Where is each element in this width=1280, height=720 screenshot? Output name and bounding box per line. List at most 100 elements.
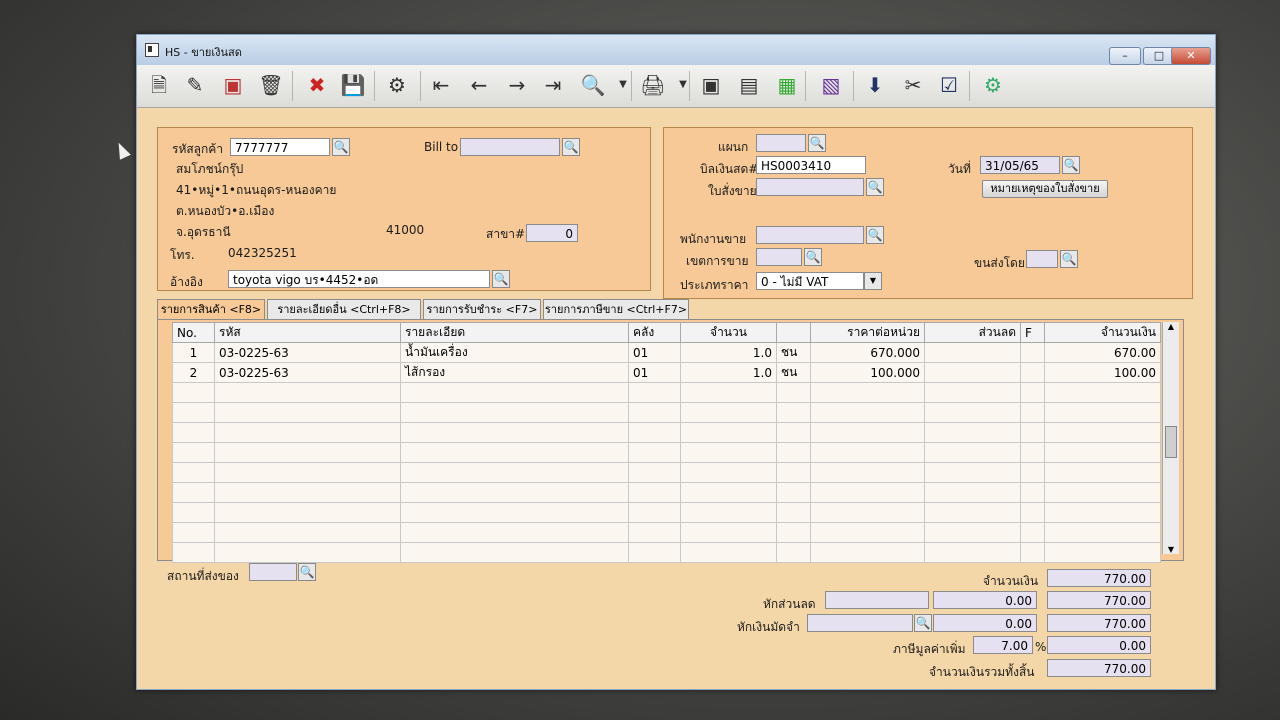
row-description[interactable]: ไส้กรอง <box>400 362 629 383</box>
tab-sales-tax[interactable]: รายการภาษีขาย <Ctrl+F7> <box>543 299 689 319</box>
sales-order-field[interactable] <box>756 178 864 196</box>
date-field[interactable]: 31/05/65 <box>980 156 1060 174</box>
cancel-icon[interactable]: ✖ <box>303 71 331 99</box>
column-description[interactable]: รายละเอียด <box>400 322 629 343</box>
empty-row[interactable] <box>172 482 1161 503</box>
report-icon[interactable]: ▦ <box>773 71 801 99</box>
empty-row[interactable] <box>172 502 1161 523</box>
salesman-search-icon[interactable]: 🔍 <box>866 226 884 244</box>
bill-number-field[interactable]: HS0003410 <box>756 156 866 174</box>
print-icon[interactable]: 🖨 <box>639 71 667 99</box>
first-icon[interactable]: ⇤ <box>427 71 455 99</box>
minimize-button[interactable]: – <box>1109 47 1141 65</box>
trash-icon[interactable]: 🗑 <box>257 71 285 99</box>
settings-icon[interactable]: ⚙ <box>979 71 1007 99</box>
tab-payments[interactable]: รายการรับชำระ <F7> <box>423 299 541 319</box>
scroll-up-icon[interactable]: ▲ <box>1163 322 1179 331</box>
ship-place-search-icon[interactable]: 🔍 <box>298 563 316 581</box>
next-icon[interactable]: → <box>503 71 531 99</box>
row-unit-price[interactable]: 100.000 <box>810 362 925 383</box>
discount-field[interactable]: 0.00 <box>933 591 1037 609</box>
tab-items[interactable]: รายการสินค้า <F8> <box>157 299 265 320</box>
empty-row[interactable] <box>172 382 1161 403</box>
delete-icon[interactable]: ▣ <box>219 71 247 99</box>
column-quantity[interactable]: จำนวน <box>680 322 777 343</box>
confirm-ok-icon[interactable]: ☑ <box>935 71 963 99</box>
column-code[interactable]: รหัส <box>214 322 401 343</box>
export-icon[interactable]: ▤ <box>735 71 763 99</box>
empty-row[interactable] <box>172 442 1161 463</box>
table-row[interactable]: 1 03-0225-63 น้ำมันเครื่อง 01 1.0 ชน 670… <box>172 342 1161 363</box>
row-flag[interactable] <box>1020 362 1045 383</box>
bill-to-field[interactable] <box>460 138 560 156</box>
row-unit-price[interactable]: 670.000 <box>810 342 925 363</box>
branch-field[interactable]: 0 <box>526 224 578 242</box>
sales-area-field[interactable] <box>756 248 802 266</box>
vat-rate-field[interactable]: 7.00 <box>973 636 1033 654</box>
row-code[interactable]: 03-0225-63 <box>214 342 401 363</box>
print-doc-icon[interactable]: ▣ <box>697 71 725 99</box>
row-description[interactable]: น้ำมันเครื่อง <box>400 342 629 363</box>
table-row[interactable]: 2 03-0225-63 ไส้กรอง 01 1.0 ชน 100.000 1… <box>172 362 1161 383</box>
preview-icon[interactable]: 🔍 <box>579 71 607 99</box>
department-field[interactable] <box>756 134 806 152</box>
stock-icon[interactable]: ▧ <box>817 71 845 99</box>
row-no[interactable]: 1 <box>172 342 215 363</box>
close-button[interactable]: ✕ <box>1171 47 1211 65</box>
chevron-down-icon[interactable]: ▼ <box>864 272 882 290</box>
column-no[interactable]: No. <box>172 322 215 343</box>
empty-row[interactable] <box>172 422 1161 443</box>
row-discount[interactable] <box>924 342 1021 363</box>
column-amount[interactable]: จำนวนเงิน <box>1044 322 1161 343</box>
bill-to-search-icon[interactable]: 🔍 <box>562 138 580 156</box>
order-note-button[interactable]: หมายเหตุของใบสั่งขาย <box>982 180 1108 198</box>
deposit-ref-field[interactable] <box>807 614 913 632</box>
dropdown-arrow-icon[interactable]: ▼ <box>669 71 697 99</box>
row-flag[interactable] <box>1020 342 1045 363</box>
scroll-down-icon[interactable]: ▼ <box>1163 545 1179 554</box>
reference-field[interactable]: toyota vigo บร•4452•อด <box>228 270 490 288</box>
edit-icon[interactable]: ✎ <box>181 71 209 99</box>
ship-place-field[interactable] <box>249 563 297 581</box>
sales-order-search-icon[interactable]: 🔍 <box>866 178 884 196</box>
row-amount[interactable]: 670.00 <box>1044 342 1161 363</box>
row-quantity[interactable]: 1.0 <box>680 342 777 363</box>
last-icon[interactable]: ⇥ <box>539 71 567 99</box>
customer-code-field[interactable]: 7777777 <box>230 138 330 156</box>
download-ok-icon[interactable]: ⬇ <box>861 71 889 99</box>
empty-row[interactable] <box>172 402 1161 423</box>
scroll-thumb[interactable] <box>1165 426 1177 458</box>
salesman-field[interactable] <box>756 226 864 244</box>
grid-scrollbar[interactable]: ▲ ▼ <box>1162 322 1179 554</box>
column-warehouse[interactable]: คลัง <box>628 322 681 343</box>
row-unit[interactable]: ชน <box>776 342 811 363</box>
row-amount[interactable]: 100.00 <box>1044 362 1161 383</box>
tab-other-details[interactable]: รายละเอียดอื่น <Ctrl+F8> <box>267 299 421 319</box>
row-no[interactable]: 2 <box>172 362 215 383</box>
shipping-by-search-icon[interactable]: 🔍 <box>1060 250 1078 268</box>
column-discount[interactable]: ส่วนลด <box>924 322 1021 343</box>
empty-row[interactable] <box>172 522 1161 543</box>
deposit-field[interactable]: 0.00 <box>933 614 1037 632</box>
row-code[interactable]: 03-0225-63 <box>214 362 401 383</box>
date-picker-icon[interactable]: 🔍 <box>1062 156 1080 174</box>
row-warehouse[interactable]: 01 <box>628 362 681 383</box>
new-icon[interactable]: 🗎 <box>145 71 173 99</box>
prev-icon[interactable]: ← <box>465 71 493 99</box>
save-icon[interactable]: 💾 <box>339 71 367 99</box>
search-icon[interactable]: ⚙ <box>383 71 411 99</box>
deposit-search-icon[interactable]: 🔍 <box>914 614 932 632</box>
reference-search-icon[interactable]: 🔍 <box>492 270 510 288</box>
shipping-by-field[interactable] <box>1026 250 1058 268</box>
discount-text-field[interactable] <box>825 591 929 609</box>
tools-icon[interactable]: ✂ <box>899 71 927 99</box>
price-type-select[interactable]: 0 - ไม่มี VAT <box>756 272 864 290</box>
dropdown-arrow-icon[interactable]: ▼ <box>609 71 637 99</box>
row-quantity[interactable]: 1.0 <box>680 362 777 383</box>
column-flag[interactable]: F <box>1020 322 1045 343</box>
sales-area-search-icon[interactable]: 🔍 <box>804 248 822 266</box>
row-unit[interactable]: ชน <box>776 362 811 383</box>
empty-row[interactable] <box>172 542 1161 563</box>
empty-row[interactable] <box>172 462 1161 483</box>
department-search-icon[interactable]: 🔍 <box>808 134 826 152</box>
